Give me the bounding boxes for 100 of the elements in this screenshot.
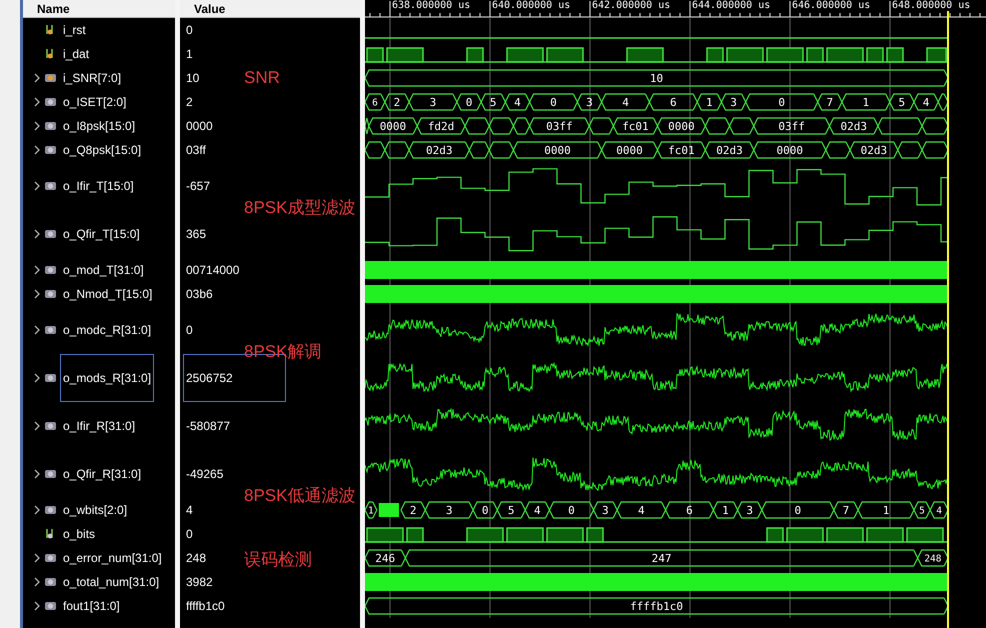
bus-value: 3	[446, 504, 452, 517]
chevron-icon[interactable]	[33, 577, 41, 587]
signal-value: 2	[185, 94, 194, 110]
bus-value: 3	[730, 96, 737, 109]
time-label: 648.000000 us	[892, 0, 970, 11]
bus-value: 5	[508, 504, 515, 517]
signal-name[interactable]: i_dat	[60, 46, 92, 62]
signal-name[interactable]: o_Ifir_R[31:0]	[60, 418, 138, 434]
bus-value: 7	[826, 96, 834, 109]
bus-value: 2	[410, 504, 416, 517]
column-header[interactable]: Name	[37, 2, 70, 16]
signal-name[interactable]: i_rst	[60, 22, 89, 38]
bus-value: 5	[490, 96, 497, 109]
signal-name[interactable]: o_Qfir_T[15:0]	[60, 226, 143, 242]
signal-value: 0000	[185, 118, 214, 134]
signal-value: 0	[185, 22, 194, 38]
signal-value: 0	[185, 526, 194, 542]
column-header[interactable]: Value	[194, 2, 226, 16]
chevron-icon[interactable]	[33, 181, 41, 191]
bus-value: 3	[586, 96, 593, 109]
bus-value: 4	[534, 504, 541, 517]
bus-value: 2	[394, 96, 400, 109]
bus-value: 03ff	[546, 120, 573, 133]
chevron-icon[interactable]	[33, 145, 41, 155]
signal-name[interactable]: fout1[31:0]	[60, 598, 123, 614]
chevron-icon[interactable]	[33, 601, 41, 611]
chevron-icon[interactable]	[33, 73, 41, 83]
chevron-icon[interactable]	[33, 121, 41, 131]
bus-value: 0	[482, 504, 488, 517]
signal-value: 03b6	[185, 286, 214, 302]
chevron-icon[interactable]	[33, 421, 41, 431]
time-label: 644.000000 us	[692, 0, 770, 11]
bus-value: 5	[919, 506, 925, 516]
bus-value: ffffb1c0	[630, 600, 684, 613]
signal-value: -580877	[185, 418, 232, 434]
bus-value: fd2d	[428, 120, 454, 133]
bus-value: 1	[706, 96, 713, 109]
signal-name[interactable]: o_mod_T[31:0]	[60, 262, 147, 278]
bus-value: 1	[862, 96, 870, 109]
signal-name[interactable]: o_total_num[31:0]	[60, 574, 162, 590]
bus-value: 03ff	[778, 120, 805, 133]
bus-value: 0000	[544, 144, 571, 157]
signal-value: 248	[185, 550, 208, 566]
bus-value: 7	[842, 504, 850, 517]
bus-value: 4	[922, 96, 930, 109]
bus-value: 0	[778, 96, 785, 109]
signal-name[interactable]: o_Qfir_R[31:0]	[60, 466, 144, 482]
chevron-icon[interactable]	[33, 229, 41, 239]
signal-value: -49265	[185, 466, 224, 482]
signal-name[interactable]: o_Nmod_T[15:0]	[60, 286, 156, 302]
bus-value: 4	[638, 504, 645, 517]
bus-value: 246	[375, 552, 396, 565]
bus-value: 5	[898, 96, 906, 109]
time-label: 640.000000 us	[492, 0, 570, 11]
chevron-icon[interactable]	[33, 553, 41, 563]
bus-value: 02d3	[840, 120, 867, 133]
signal-value: 3982	[185, 574, 214, 590]
signal-name[interactable]: i_SNR[7:0]	[60, 70, 124, 86]
chevron-icon[interactable]	[33, 469, 41, 479]
signal-value: 4	[185, 502, 194, 518]
bus-value: 0	[550, 96, 557, 109]
bus-value: 3	[602, 504, 609, 517]
signal-name[interactable]: o_mods_R[31:0]	[60, 354, 154, 402]
chevron-icon[interactable]	[33, 505, 41, 515]
signal-value: 1	[185, 46, 194, 62]
signal-name[interactable]: o_Ifir_T[15:0]	[60, 178, 137, 194]
chevron-icon[interactable]	[33, 97, 41, 107]
chevron-icon[interactable]	[33, 265, 41, 275]
signal-name[interactable]: o_wbits[2:0]	[60, 502, 130, 518]
bus-value: 1	[722, 504, 729, 517]
bus-value: 0000	[668, 120, 695, 133]
bus-value: fc01	[668, 144, 695, 157]
signal-name[interactable]: o_modc_R[31:0]	[60, 322, 154, 338]
signal-name[interactable]: o_ISET[2:0]	[60, 94, 130, 110]
annotation-label: 误码检测	[244, 549, 312, 571]
bus-value: 0	[794, 504, 802, 517]
bus-value: 0	[568, 504, 575, 517]
bus-value: 4	[514, 96, 521, 109]
signal-value: 365	[185, 226, 208, 242]
bus-value: 247	[652, 552, 672, 565]
bus-value: 02d3	[716, 144, 743, 157]
bus-value: 3	[746, 504, 754, 517]
signal-value: -657	[185, 178, 212, 194]
chevron-icon[interactable]	[33, 373, 41, 383]
chevron-icon[interactable]	[33, 289, 41, 299]
chevron-icon[interactable]	[33, 325, 41, 335]
annotation-label: 8PSK低通滤波	[244, 485, 356, 507]
time-label: 642.000000 us	[592, 0, 670, 11]
signal-name[interactable]: o_error_num[31:0]	[60, 550, 165, 566]
bus-value: 0000	[380, 120, 406, 133]
signal-value: 00714000	[185, 262, 240, 278]
signal-name[interactable]: o_I8psk[15:0]	[60, 118, 138, 134]
signal-name[interactable]: o_Q8psk[15:0]	[60, 142, 144, 158]
bus-value: 4	[622, 96, 629, 109]
signal-value: ffffb1c0	[185, 598, 226, 614]
signal-value: 0	[185, 322, 194, 338]
bus-value: 0000	[616, 144, 643, 157]
bus-value: 4	[936, 506, 942, 516]
signal-name[interactable]: o_bits	[60, 526, 98, 542]
bus-value: 0	[466, 96, 472, 109]
